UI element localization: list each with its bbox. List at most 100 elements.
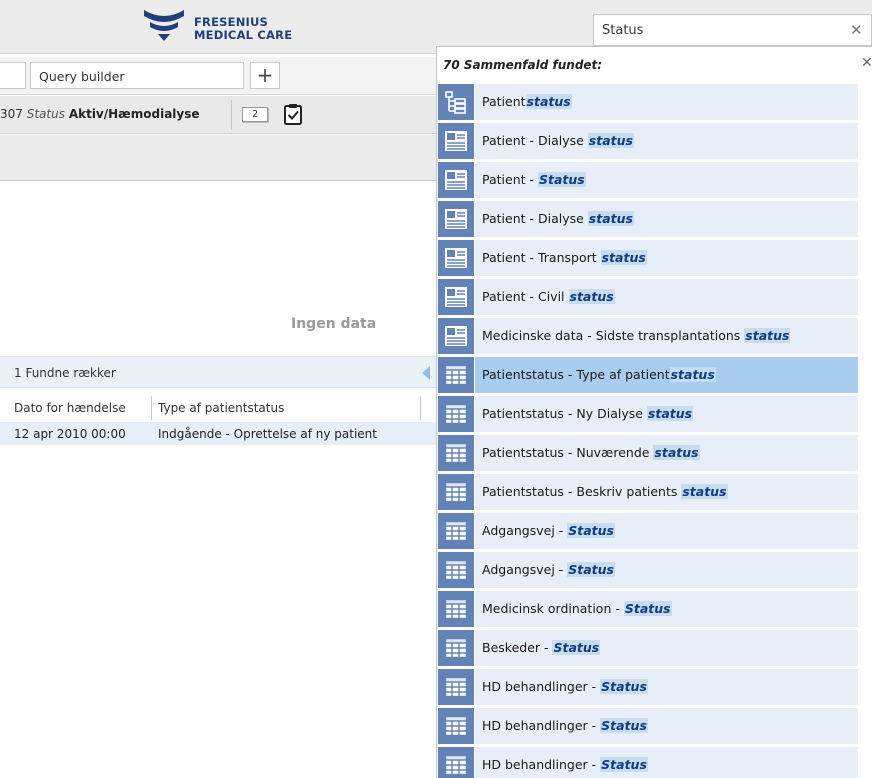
result-item-prefix: HD behandlinger -: [482, 757, 601, 772]
result-item-prefix: Patient -: [482, 172, 538, 187]
tab-query-builder[interactable]: Query builder: [30, 62, 244, 89]
result-item-match: Status: [567, 523, 615, 538]
result-item[interactable]: Patientstatus - Ny Dialyse status: [437, 395, 872, 432]
column-header-status-type[interactable]: Type af patientstatus: [158, 401, 284, 415]
result-item-label: HD behandlinger - Status: [482, 679, 648, 694]
form-icon: [438, 162, 474, 198]
tab-previous[interactable]: [0, 62, 26, 89]
result-item[interactable]: Patientstatus - Type af patientstatus: [437, 356, 872, 393]
result-item-match: Status: [600, 679, 648, 694]
result-item-prefix: Patientstatus - Nuværende: [482, 445, 654, 460]
form-icon: [438, 318, 474, 354]
form-icon: [438, 279, 474, 315]
clear-search-icon[interactable]: ✕: [850, 21, 863, 39]
result-item[interactable]: Medicinske data - Sidste transplantation…: [437, 317, 872, 354]
result-item-match: status: [600, 250, 647, 265]
patient-number: 307: [0, 107, 23, 121]
result-item[interactable]: Patient - Dialyse status: [437, 200, 872, 237]
result-item-match: status: [587, 133, 634, 148]
status-value: Aktiv/Hæmodialyse: [68, 107, 200, 121]
result-item-prefix: Patientstatus - Type af patient: [482, 367, 670, 382]
result-item-prefix: Patient - Dialyse: [482, 211, 588, 226]
result-item[interactable]: Patient - Transport status: [437, 239, 872, 276]
result-item-prefix: Patient - Transport: [482, 250, 601, 265]
close-results-icon[interactable]: ✕: [861, 55, 872, 71]
no-data-label: Ingen data: [291, 316, 377, 332]
results-count-text: 70 Sammenfald fundet:: [443, 58, 603, 72]
table-icon: [438, 474, 474, 510]
collapse-arrow-icon[interactable]: [422, 366, 430, 380]
result-item[interactable]: Patient - Civil status: [437, 278, 872, 315]
patient-status-bar: 307 Status Aktiv/Hæmodialyse 2: [0, 96, 436, 134]
result-item[interactable]: HD behandlinger - Status: [437, 746, 872, 778]
result-item-prefix: Patientstatus - Ny Dialyse: [482, 406, 647, 421]
result-item-label: Patient - Dialyse status: [482, 211, 634, 226]
result-item[interactable]: Beskeder - Status: [437, 629, 872, 666]
table-icon: [438, 513, 474, 549]
result-item-label: Patient - Dialyse status: [482, 133, 634, 148]
form-icon: [438, 123, 474, 159]
table-icon: [438, 435, 474, 471]
table-icon: [438, 669, 474, 705]
table-icon: [438, 357, 474, 393]
table-icon: [438, 591, 474, 627]
tab-row: Query builder +: [0, 57, 436, 95]
result-item-label: Adgangsvej - Status: [482, 562, 615, 577]
result-item-label: Patient - Status: [482, 172, 586, 187]
logo-text-line1: FRESENIUS: [194, 15, 269, 29]
result-item-match: status: [681, 484, 728, 499]
tree-icon: [438, 84, 474, 120]
result-item-prefix: Patient: [482, 94, 526, 109]
result-item-match: status: [568, 289, 615, 304]
results-header: 70 Sammenfald fundet: ✕: [437, 47, 872, 83]
clipboard-check-icon[interactable]: [283, 103, 303, 125]
result-item[interactable]: Patientstatus - Nuværende status: [437, 434, 872, 471]
result-item-prefix: Patient - Civil: [482, 289, 569, 304]
table-icon: [438, 552, 474, 588]
result-item-match: status: [646, 406, 694, 421]
result-item-label: Beskeder - Status: [482, 640, 601, 655]
company-logo: FRESENIUS MEDICAL CARE: [142, 6, 312, 50]
result-item-prefix: Patientstatus - Beskriv patients: [482, 484, 682, 499]
result-item-prefix: Adgangsvej -: [482, 523, 568, 538]
table-row[interactable]: 12 apr 2010 00:00 Indgående - Oprettelse…: [0, 422, 436, 445]
result-item[interactable]: Adgangsvej - Status: [437, 551, 872, 588]
result-item[interactable]: Patientstatus: [437, 83, 872, 120]
logo-text-line2: MEDICAL CARE: [194, 28, 293, 42]
result-item-match: status: [669, 367, 716, 382]
count-badge[interactable]: 2: [242, 107, 268, 122]
result-item-label: Patient - Transport status: [482, 250, 647, 265]
result-item-match: Status: [552, 640, 601, 655]
column-divider[interactable]: [151, 396, 152, 420]
result-item-label: Adgangsvej - Status: [482, 523, 615, 538]
table-icon: [438, 396, 474, 432]
result-item-prefix: Beskeder -: [482, 640, 553, 655]
result-item[interactable]: HD behandlinger - Status: [437, 668, 872, 705]
table-icon: [438, 747, 474, 778]
add-tab-button[interactable]: +: [250, 62, 280, 89]
result-item-label: Patientstatus - Type af patientstatus: [482, 367, 716, 382]
result-item[interactable]: Medicinsk ordination - Status: [437, 590, 872, 627]
search-input[interactable]: [594, 15, 834, 45]
column-header-date[interactable]: Dato for hændelse: [14, 401, 126, 415]
result-item[interactable]: Adgangsvej - Status: [437, 512, 872, 549]
result-item[interactable]: Patientstatus - Beskriv patients status: [437, 473, 872, 510]
result-item[interactable]: HD behandlinger - Status: [437, 707, 872, 744]
result-item[interactable]: Patient - Status: [437, 161, 872, 198]
toolbar-area: [0, 135, 436, 181]
cell-status-type: Indgående - Oprettelse af ny patient: [158, 427, 377, 441]
result-item-label: Patientstatus - Nuværende status: [482, 445, 700, 460]
result-item-label: Patientstatus - Beskriv patients status: [482, 484, 728, 499]
column-divider[interactable]: [420, 396, 421, 420]
result-item-label: Patient - Civil status: [482, 289, 615, 304]
found-rows-bar: 1 Fundne rækker: [0, 356, 436, 388]
result-item-label: HD behandlinger - Status: [482, 718, 648, 733]
form-icon: [438, 201, 474, 237]
result-item-match: Status: [537, 172, 586, 187]
table-header: Dato for hændelse Type af patientstatus: [0, 394, 436, 422]
divider: [231, 100, 232, 130]
table-icon: [438, 708, 474, 744]
status-summary: 307 Status Aktiv/Hæmodialyse: [0, 107, 200, 121]
result-item-match: Status: [567, 562, 615, 577]
result-item[interactable]: Patient - Dialyse status: [437, 122, 872, 159]
